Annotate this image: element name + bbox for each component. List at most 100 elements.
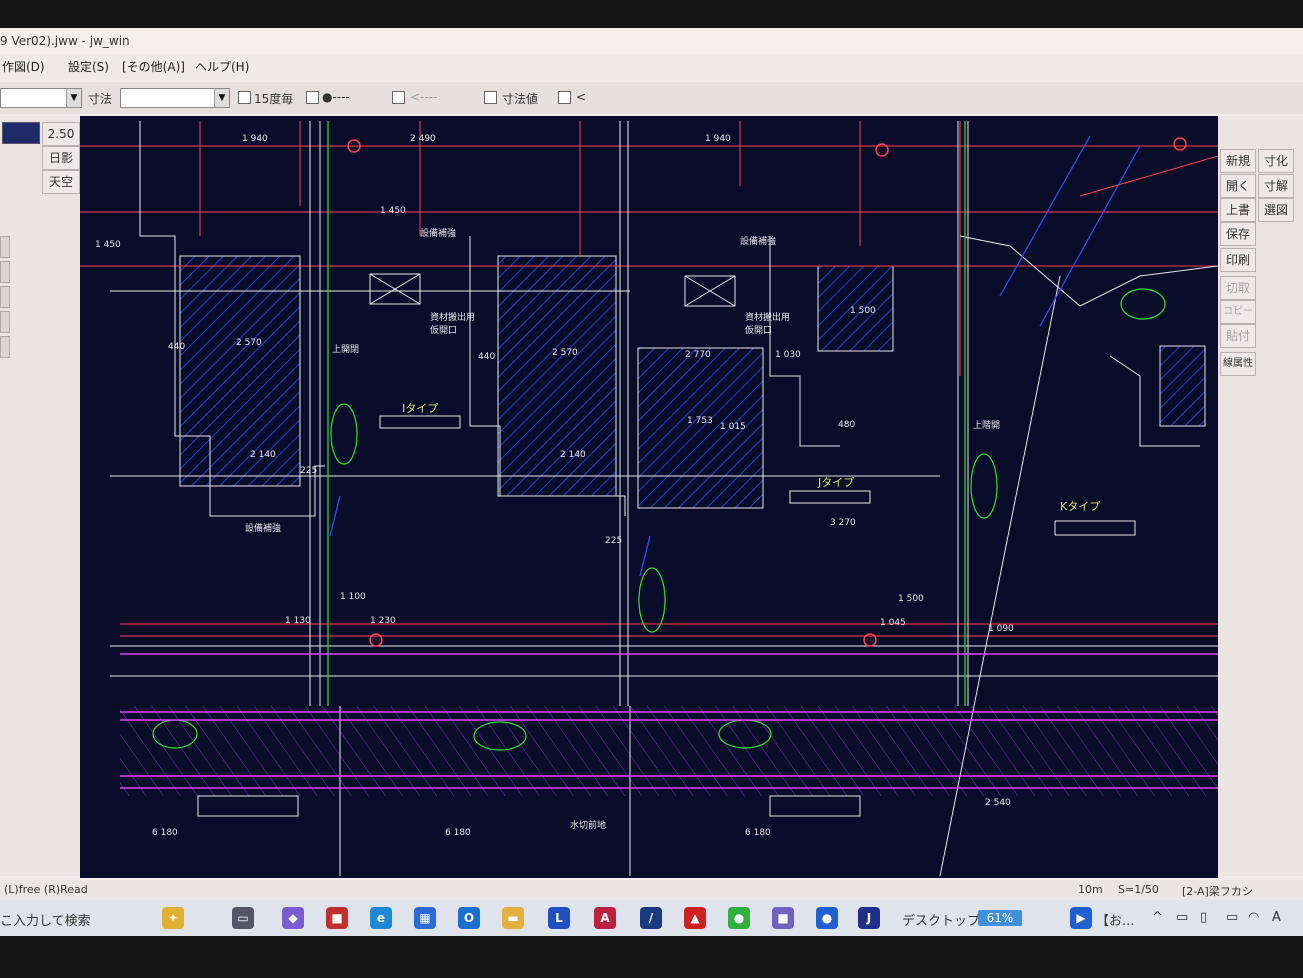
annotation: 設備補強	[740, 237, 777, 247]
check-dot[interactable]	[306, 91, 319, 104]
dim-label: 2 570	[552, 348, 578, 358]
left-tab[interactable]	[0, 336, 10, 358]
menu-settings[interactable]: 設定(S)	[68, 58, 109, 75]
chevron-down-icon: ▼	[214, 89, 229, 107]
overwrite-button[interactable]: 上書	[1220, 198, 1256, 222]
label-type-i: Iタイプ	[402, 402, 439, 415]
screen: 9 Ver02).jww - jw_win 作図(D) 設定(S) [その他(A…	[0, 28, 1303, 936]
check-dimvalue[interactable]	[484, 91, 497, 104]
wifi-icon[interactable]: ◠	[1248, 910, 1259, 925]
dim-label: 440	[168, 342, 186, 352]
dim-label: 1 230	[370, 616, 396, 626]
line-attr-button[interactable]: 線属性	[1220, 352, 1256, 376]
taskbar-search[interactable]: こ入力して検索	[0, 910, 91, 929]
scale-unit[interactable]: 10m	[1078, 883, 1103, 896]
left-tab[interactable]	[0, 311, 10, 333]
monitor-bezel-top	[0, 0, 1303, 28]
check-arrow[interactable]	[392, 91, 405, 104]
dim-label: 480	[838, 420, 856, 430]
dim-label: 1 753	[687, 416, 713, 426]
dim-label: 1 940	[242, 134, 268, 144]
office-icon[interactable]: ■	[326, 907, 348, 929]
m365-icon[interactable]: ■	[772, 907, 794, 929]
copilot-icon[interactable]: ◆	[282, 907, 304, 929]
annotation: 設備補強	[420, 229, 457, 239]
zoom-icon[interactable]: ●	[816, 907, 838, 929]
scale-value[interactable]: 2.50	[42, 122, 80, 146]
copy-button[interactable]: コピー	[1220, 300, 1256, 324]
jw-cad-icon[interactable]: J	[858, 907, 880, 929]
line-preview[interactable]	[2, 122, 40, 144]
left-tab[interactable]	[0, 286, 10, 308]
layer-indicator[interactable]: [2-A]梁フカシ	[1182, 883, 1253, 899]
label-type-k: Kタイプ	[1060, 500, 1101, 513]
monitor-bezel-bottom	[0, 936, 1303, 978]
video-app-icon[interactable]: ▶	[1070, 907, 1092, 929]
window-title: 9 Ver02).jww - jw_win	[0, 34, 130, 48]
chevron-up-icon[interactable]: ^	[1152, 910, 1163, 925]
l-app-icon[interactable]: L	[548, 907, 570, 929]
network-icon[interactable]: ▭	[1176, 910, 1188, 925]
edge-icon[interactable]: e	[370, 907, 392, 929]
pen-app-icon[interactable]: /	[640, 907, 662, 929]
dim-label: 1 450	[380, 206, 406, 216]
battery-icon[interactable]: ▭	[1226, 910, 1238, 925]
cut-button[interactable]: 切取	[1220, 276, 1256, 300]
dim-label: 1 015	[720, 422, 746, 432]
dim-label: 2 770	[685, 350, 711, 360]
title-bar: 9 Ver02).jww - jw_win	[0, 28, 1303, 54]
dim-convert-button[interactable]: 寸化	[1258, 149, 1294, 173]
new-button[interactable]: 新規	[1220, 149, 1256, 173]
app-label[interactable]: 【お...	[1096, 910, 1134, 929]
dim-label: 6 180	[745, 828, 771, 838]
open-button[interactable]: 開く	[1220, 174, 1256, 198]
dimension-combo[interactable]: ▼	[120, 88, 230, 108]
taskbar: こ入力して検索 ✦ ▭ ◆ ■ e ▦ O ▬ L A / ▲ ● ■ ● J …	[0, 900, 1303, 936]
check-lt[interactable]	[558, 91, 571, 104]
cad-drawing-canvas[interactable]: Iタイプ Jタイプ Kタイプ 1 940 2 490 1 940 2 570 2…	[80, 116, 1218, 878]
dim-label: 1 450	[95, 240, 121, 250]
left-tab[interactable]	[0, 236, 10, 258]
paste-button[interactable]: 貼付	[1220, 324, 1256, 348]
save-button[interactable]: 保存	[1220, 222, 1256, 246]
copilot-sparkle-icon[interactable]: ✦	[162, 907, 184, 929]
menu-draw[interactable]: 作図(D)	[2, 58, 45, 75]
phone-icon[interactable]: ▯	[1200, 910, 1207, 925]
left-panel: 2.50 日影 天空	[0, 116, 80, 876]
select-drawing-button[interactable]: 選図	[1258, 198, 1294, 222]
check-lt-label: <	[576, 90, 587, 104]
menu-other[interactable]: [その他(A)]	[122, 58, 185, 75]
folder-icon[interactable]: ▬	[502, 907, 524, 929]
label-type-j: Jタイプ	[818, 476, 855, 489]
status-bar: (L)free (R)Read 10m S=1/50 [2-A]梁フカシ	[0, 880, 1303, 900]
dim-label: 1 130	[285, 616, 311, 626]
check-arrow-label: <----	[410, 90, 438, 104]
pdf-icon[interactable]: ▲	[684, 907, 706, 929]
drawing-svg	[80, 121, 1218, 877]
dim-explode-button[interactable]: 寸解	[1258, 174, 1294, 198]
print-button[interactable]: 印刷	[1220, 248, 1256, 272]
scale-value[interactable]: S=1/50	[1118, 883, 1159, 896]
check-15deg-label: 15度毎	[254, 92, 294, 106]
check-dimvalue-label: 寸法値	[502, 92, 539, 106]
outlook-icon[interactable]: O	[458, 907, 480, 929]
sky-button[interactable]: 天空	[42, 170, 80, 194]
task-view-icon[interactable]: ▭	[232, 907, 254, 929]
battery-indicator[interactable]: 61%	[978, 910, 1022, 926]
line-app-icon[interactable]: ●	[728, 907, 750, 929]
mouse-hint: (L)free (R)Read	[4, 883, 88, 896]
check-15deg[interactable]	[238, 91, 251, 104]
store-icon[interactable]: ▦	[414, 907, 436, 929]
sun-shadow-button[interactable]: 日影	[42, 146, 80, 170]
toolbar: ▼ 寸法 ▼ 15度毎 ●---- <---- 寸法値 <	[0, 82, 1303, 114]
ime-icon[interactable]: A	[1272, 910, 1281, 925]
annotation: 水切前地	[570, 821, 607, 831]
dim-label: 1 500	[898, 594, 924, 604]
font-app-icon[interactable]: A	[594, 907, 616, 929]
menu-help[interactable]: ヘルプ(H)	[195, 58, 249, 75]
annotation: 設備補強	[245, 524, 282, 534]
line-type-combo[interactable]: ▼	[0, 88, 82, 108]
left-tab[interactable]	[0, 261, 10, 283]
desktop-label[interactable]: デスクトップ	[902, 910, 980, 929]
dim-label: 3 270	[830, 518, 856, 528]
